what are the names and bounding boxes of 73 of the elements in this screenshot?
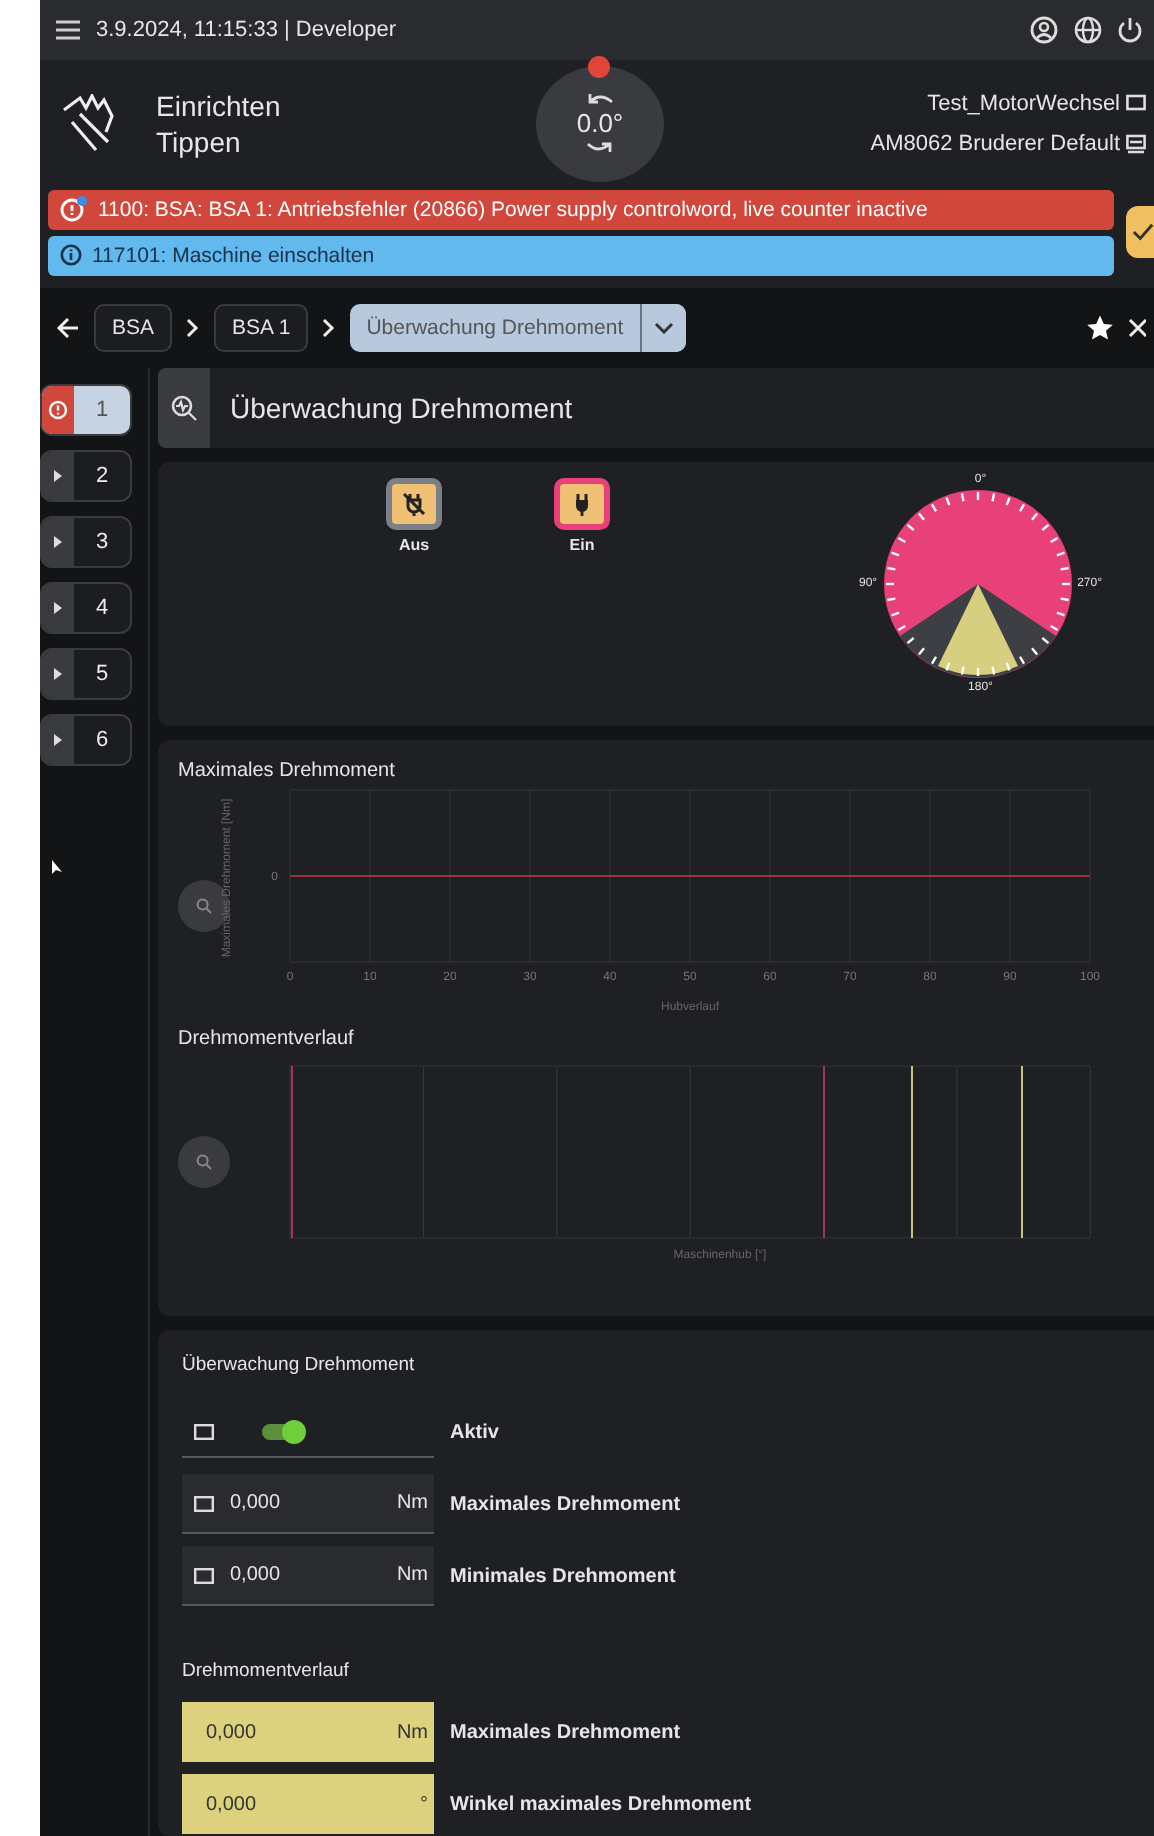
sidebar-item[interactable]: 1 [40,384,132,436]
chart-title: Drehmomentverlauf [178,1028,356,1050]
info-icon [60,244,82,267]
unplugged-button[interactable] [386,478,442,530]
globe-icon[interactable] [1074,16,1102,45]
sidebar-item[interactable]: 2 [40,450,132,502]
program-name: Test_MotorWechsel [927,91,1120,116]
page-title: Überwachung Drehmoment [230,392,573,424]
field-label: Maximales Drehmoment [450,1721,681,1743]
alert-bar[interactable]: 117101: Maschine einschalten [48,235,1114,276]
monitoring-search-icon [158,368,210,448]
list-icon[interactable] [1126,133,1146,154]
power-icon[interactable] [1118,16,1142,45]
breadcrumb-item[interactable]: BSA [94,303,173,352]
acknowledge-button[interactable] [1126,206,1154,259]
search-icon [196,897,212,913]
toggle-switch[interactable] [262,1423,302,1439]
profile-name: AM8062 Bruderer Default [870,131,1120,156]
account-icon[interactable] [1030,16,1058,45]
field-label: Winkel maximales Drehmoment [450,1793,752,1815]
alert-text: 1100: BSA: BSA 1: Antriebsfehler (20866) Power supply controlword, live counter inactive [98,197,928,222]
monitor-icon [194,1567,214,1583]
monitor-icon [194,1495,214,1511]
mouse-cursor-icon [52,860,64,876]
input-field[interactable]: 0,000 Nm [182,1546,434,1606]
section-title: Drehmomentverlauf [182,1660,351,1682]
triangle-right-icon [54,470,62,482]
alarm-icon [48,400,68,420]
monitor-icon[interactable] [1126,93,1146,114]
field-label: Aktiv [450,1421,499,1443]
mode-text: Tippen [156,123,243,160]
rotate-right-icon [586,142,614,155]
sidebar-item[interactable]: 6 [40,714,132,766]
chevron-right-icon [186,317,201,338]
triangle-right-icon [54,602,62,614]
chevron-right-icon [322,317,337,338]
plug-button[interactable] [554,478,610,530]
power-label: Aus [398,536,430,554]
power-label: Ein [569,536,595,554]
search-icon [196,1154,212,1170]
section-title: Überwachung Drehmoment [182,1354,417,1376]
triangle-right-icon [54,536,62,548]
field-label: Maximales Drehmoment [450,1493,681,1515]
sidebar-item[interactable]: 3 [40,516,132,568]
readout-field: 0,000 Nm [182,1702,434,1762]
back-arrow-icon[interactable] [56,315,80,340]
triangle-right-icon [54,668,62,680]
triangle-right-icon [54,734,62,746]
star-icon[interactable] [1086,313,1114,342]
sidebar-item[interactable]: 5 [40,648,132,700]
checkmark-icon [1132,222,1154,243]
sidebar-item[interactable]: 4 [40,582,132,634]
breadcrumb-item[interactable]: BSA 1 [214,303,309,352]
menu-icon[interactable] [56,20,80,41]
unplugged-icon [402,492,426,516]
dial-value: 0.0° [576,108,624,139]
plug-icon [570,492,594,516]
readout-field: 0,000 ° [182,1774,434,1834]
input-field[interactable]: 0,000 Nm [182,1474,434,1534]
angle-dial[interactable]: 0.0° [536,65,664,182]
dropdown-button[interactable] [639,303,686,352]
field-label: Minimales Drehmoment [450,1565,676,1587]
chevron-down-icon [653,321,674,334]
zoom-button[interactable] [178,1136,230,1188]
mode-text: Einrichten [156,87,283,124]
alarm-icon [60,196,88,223]
monitor-icon [194,1423,214,1439]
close-icon[interactable] [1128,317,1146,338]
rotate-left-icon [586,92,614,105]
status-text: 3.9.2024, 11:15:33 | Developer [96,18,397,43]
chart-title: Maximales Drehmoment [178,760,397,782]
alert-text: 117101: Maschine einschalten [92,243,375,268]
alert-bar[interactable]: 1100: BSA: BSA 1: Antriebsfehler (20866) Power supply controlword, live counter inactive [48,189,1114,230]
